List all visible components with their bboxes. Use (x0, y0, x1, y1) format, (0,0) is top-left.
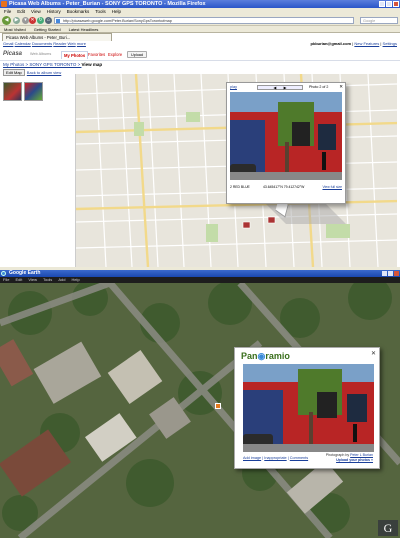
window-controls (379, 1, 399, 7)
edit-map-button[interactable]: Edit Map (3, 68, 25, 76)
breadcrumb-current: View map (81, 62, 103, 67)
photo-credit: Photograph by Peter L Burian Upload your… (326, 453, 373, 462)
earth-window-title: Google Earth (9, 270, 41, 276)
photo-placemark[interactable] (215, 403, 221, 409)
panoramio-photo[interactable] (243, 364, 374, 452)
search-box[interactable]: Google (360, 17, 398, 24)
photo-thumbnail[interactable] (3, 82, 22, 101)
upload-photos-link[interactable]: Upload your photos » (336, 458, 373, 462)
close-icon[interactable]: ✕ (339, 84, 343, 90)
site-favicon-icon (56, 19, 60, 23)
tab-my-photos[interactable]: My Photos (61, 51, 89, 59)
account-email: pkburian@gmail.com (310, 41, 352, 46)
breadcrumb: My Photos > SONY GPS TORONTO > View map (3, 62, 102, 67)
satellite-view[interactable]: Pan◉ramio ✕ Add image | Inappropriate | … (0, 283, 400, 538)
stop-icon[interactable]: ✕ (29, 17, 36, 24)
menu-file[interactable]: File (4, 8, 11, 15)
breadcrumb-path[interactable]: My Photos > SONY GPS TORONTO > (3, 62, 81, 67)
gbar-link-web[interactable]: Web (68, 41, 76, 46)
view-full-size-link[interactable]: View full size (322, 185, 342, 189)
earth-maximize-button[interactable] (388, 271, 393, 276)
earth-minimize-button[interactable] (382, 271, 387, 276)
browser-title-bar: Picasa Web Albums - Peter_Burian - SONY … (0, 0, 400, 8)
gbar-link-more[interactable]: more (77, 41, 86, 46)
close-icon[interactable]: ✕ (371, 350, 376, 357)
back-arrow-icon[interactable]: ◀ (2, 16, 11, 25)
photo-thumbnail[interactable] (24, 82, 43, 101)
google-bar: Gmail Calendar Documents Reader Web more… (0, 41, 400, 47)
tab-favorites[interactable]: Favorites (86, 51, 107, 59)
address-bar[interactable]: http://picasaweb.google.com/Peter.Burian… (54, 17, 354, 24)
inappropriate-link[interactable]: Inappropriate (264, 456, 286, 460)
menu-edit[interactable]: Edit (17, 8, 25, 15)
home-icon[interactable]: ⌂ (45, 17, 52, 24)
earth-window-controls (382, 271, 399, 276)
address-bar-url: http://picasaweb.google.com/Peter.Burian… (63, 19, 172, 23)
author-link[interactable]: Peter L Burian (350, 453, 373, 457)
popup-photo[interactable] (230, 92, 342, 180)
picasa-header: Picasa Web Albums My Photos Favorites Ex… (0, 48, 400, 61)
back-to-album-link[interactable]: Back to album view (27, 70, 61, 75)
comments-link[interactable]: Comments (290, 456, 308, 460)
bookmarks-toolbar: Most Visited Getting Started Latest Head… (0, 26, 400, 33)
picasa-logo-sub: Web Albums (30, 52, 52, 56)
close-window-button[interactable] (393, 1, 399, 7)
google-earth-icon (1, 271, 6, 276)
picasa-logo[interactable]: Picasa (3, 51, 22, 58)
menu-tools[interactable]: Tools (95, 8, 106, 15)
navigation-toolbar: ◀ ▶ ▾ ✕ ↻ ⌂ http://picasaweb.google.com/… (0, 15, 400, 26)
firefox-icon (1, 1, 7, 7)
maximize-button[interactable] (386, 1, 392, 7)
photo-counter: Photo 2 of 2 (309, 85, 329, 89)
popup-links: Add image | Inappropriate | Comments (243, 456, 309, 460)
google-earth-logo: G (378, 520, 398, 536)
earth-close-button[interactable] (394, 271, 399, 276)
earth-title-bar: Google Earth (0, 270, 400, 277)
account-area: pkburian@gmail.com | New Features | Sett… (310, 41, 397, 46)
reload-icon[interactable]: ↻ (37, 17, 44, 24)
credit-prefix: Photograph by (325, 453, 350, 457)
photo-caption: 2 RED BLUE (230, 185, 250, 189)
browser-tab[interactable]: Picasa Web Albums - Peter_Buri... (2, 33, 112, 41)
bookmark-latest-headlines[interactable]: Latest Headlines (69, 26, 99, 32)
gbar-link-gmail[interactable]: Gmail (3, 41, 13, 46)
browser-window-title: Picasa Web Albums - Peter_Burian - SONY … (9, 1, 206, 7)
bookmark-most-visited[interactable]: Most Visited (4, 26, 26, 32)
bookmark-getting-started[interactable]: Getting Started (34, 26, 61, 32)
panoramio-logo-part2: ramio (265, 351, 290, 361)
gbar-link-reader[interactable]: Reader (53, 41, 66, 46)
menu-help[interactable]: Help (112, 8, 121, 15)
add-image-link[interactable]: Add image (243, 456, 261, 460)
panoramio-popup: Pan◉ramio ✕ Add image | Inappropriate | … (234, 347, 380, 469)
gbar-link-documents[interactable]: Documents (32, 41, 52, 46)
tab-explore[interactable]: Explore (106, 51, 124, 59)
upload-button[interactable]: Upload (127, 51, 148, 58)
menu-history[interactable]: History (47, 8, 61, 15)
panoramio-logo: Pan◉ramio (241, 351, 290, 362)
dropdown-history-icon[interactable]: ▾ (22, 17, 29, 24)
menu-view[interactable]: View (31, 8, 41, 15)
map-toolbar: Edit Map Back to album view (3, 68, 61, 76)
settings-link[interactable]: Settings (383, 41, 397, 46)
map-photo-popup: play ◀ ▶ Photo 2 of 2 ✕ 2 RED BLUE 43.64… (226, 82, 346, 204)
forward-arrow-icon[interactable]: ▶ (13, 17, 20, 24)
new-features-link[interactable]: New Features (354, 41, 379, 46)
photo-coordinates: 43.645417°N 79.412742°W (263, 185, 305, 189)
minimize-button[interactable] (379, 1, 385, 7)
gbar-link-calendar[interactable]: Calendar (15, 41, 31, 46)
street-map[interactable]: play ◀ ▶ Photo 2 of 2 ✕ 2 RED BLUE 43.64… (75, 74, 397, 267)
play-link[interactable]: play (230, 85, 237, 89)
panoramio-logo-part1: Pan (241, 351, 258, 361)
menu-bookmarks[interactable]: Bookmarks (67, 8, 90, 15)
photo-nav-control[interactable]: ◀ ▶ (257, 85, 303, 90)
browser-menu-bar: File Edit View History Bookmarks Tools H… (0, 8, 400, 15)
